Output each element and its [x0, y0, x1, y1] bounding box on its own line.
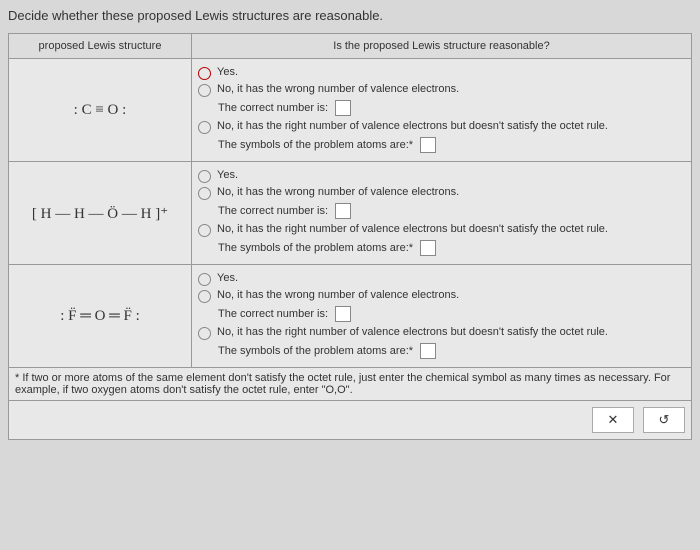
- header-right: Is the proposed Lewis structure reasonab…: [192, 34, 692, 59]
- label-yes: Yes.: [217, 169, 238, 181]
- input-symbols-3[interactable]: [420, 343, 436, 359]
- input-symbols-1[interactable]: [420, 137, 436, 153]
- radio-nov-3[interactable]: [198, 290, 211, 303]
- reset-button[interactable]: ↺: [643, 407, 685, 433]
- label-nov-sub: The correct number is:: [218, 102, 328, 114]
- main-table: proposed Lewis structure Is the proposed…: [8, 33, 692, 440]
- label-nov-sub: The correct number is:: [218, 308, 328, 320]
- input-correctnum-2[interactable]: [335, 203, 351, 219]
- footnote: * If two or more atoms of the same eleme…: [9, 368, 692, 401]
- structure-3: : F̈ ═ O ═ F̈ :: [60, 308, 140, 324]
- label-nov: No, it has the wrong number of valence e…: [217, 186, 459, 198]
- label-noo: No, it has the right number of valence e…: [217, 120, 608, 132]
- label-nov: No, it has the wrong number of valence e…: [217, 289, 459, 301]
- input-correctnum-3[interactable]: [335, 306, 351, 322]
- structure-1: : C ≡ O :: [74, 102, 127, 118]
- label-yes: Yes.: [217, 272, 238, 284]
- label-noo-sub: The symbols of the problem atoms are:*: [218, 139, 413, 151]
- radio-yes-3[interactable]: [198, 273, 211, 286]
- radio-noo-2[interactable]: [198, 224, 211, 237]
- structure-2: [ H — H — Ö — H ]⁺: [32, 206, 168, 222]
- label-nov: No, it has the wrong number of valence e…: [217, 83, 459, 95]
- header-left: proposed Lewis structure: [9, 34, 192, 59]
- close-button[interactable]: ✕: [592, 407, 634, 433]
- label-noo: No, it has the right number of valence e…: [217, 326, 608, 338]
- radio-yes-1[interactable]: [198, 67, 211, 80]
- input-symbols-2[interactable]: [420, 240, 436, 256]
- radio-noo-1[interactable]: [198, 121, 211, 134]
- radio-noo-3[interactable]: [198, 327, 211, 340]
- label-noo-sub: The symbols of the problem atoms are:*: [218, 242, 413, 254]
- input-correctnum-1[interactable]: [335, 100, 351, 116]
- radio-yes-2[interactable]: [198, 170, 211, 183]
- instruction: Decide whether these proposed Lewis stru…: [8, 8, 692, 23]
- label-noo: No, it has the right number of valence e…: [217, 223, 608, 235]
- radio-nov-2[interactable]: [198, 187, 211, 200]
- label-yes: Yes.: [217, 66, 238, 78]
- label-nov-sub: The correct number is:: [218, 205, 328, 217]
- radio-nov-1[interactable]: [198, 84, 211, 97]
- label-noo-sub: The symbols of the problem atoms are:*: [218, 345, 413, 357]
